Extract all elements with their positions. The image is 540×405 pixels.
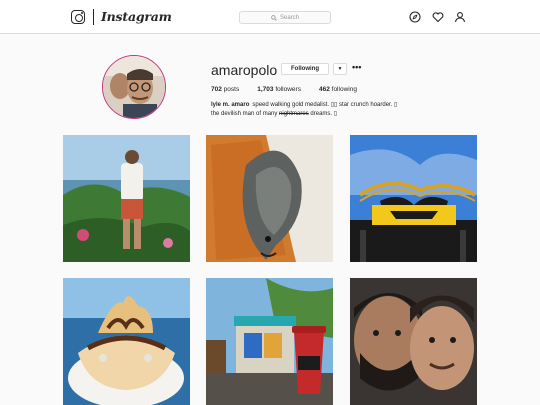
posts-count: 702 posts [211,86,240,93]
bio-line-1: speed walking gold medalist. ▯▯ star cru… [252,102,398,108]
explore-compass-icon[interactable] [409,11,421,23]
profile-bio: lyle m. amaro speed walking gold medalist… [211,101,451,119]
post-image-batman [350,135,477,262]
search-input[interactable]: Search [239,11,331,24]
bio-line-2-end: dreams. ▯ [310,111,338,117]
post-image-street [206,278,333,405]
profile-person-icon[interactable] [454,11,466,23]
post-tile[interactable] [206,278,333,405]
search-placeholder: Search [279,14,299,21]
post-image-selfie [350,278,477,405]
post-image-sundae [63,278,190,405]
bio-line-2-start: the devilish man of many [211,111,278,117]
profile-username: amaropolo [211,62,278,78]
post-tile[interactable] [350,278,477,405]
search-icon [271,14,277,21]
post-tile[interactable] [63,278,190,405]
instagram-camera-icon[interactable] [71,10,85,24]
chevron-down-icon: ▼ [337,66,343,72]
post-tile[interactable] [206,135,333,262]
post-tile[interactable] [63,135,190,262]
bio-name: lyle m. amaro [211,102,250,108]
post-image-overlook [63,135,190,262]
top-navigation-bar: Instagram Search [0,0,540,34]
avatar-photo [103,56,165,118]
post-tile[interactable] [350,135,477,262]
followers-count[interactable]: 1,703 followers [257,86,301,93]
suggestions-dropdown-button[interactable]: ▼ [333,63,347,75]
instagram-wordmark[interactable]: Instagram [101,9,172,24]
post-image-fish [206,135,333,262]
profile-stats: 702 posts 1,703 followers 462 following [211,86,357,93]
profile-avatar[interactable] [102,55,166,119]
activity-heart-icon[interactable] [432,11,444,23]
following-button[interactable]: Following [281,63,329,75]
bio-struck-word: nightmares [279,111,309,117]
more-options-button[interactable]: ••• [352,62,361,72]
following-count[interactable]: 462 following [319,86,357,93]
logo-divider [93,9,94,25]
